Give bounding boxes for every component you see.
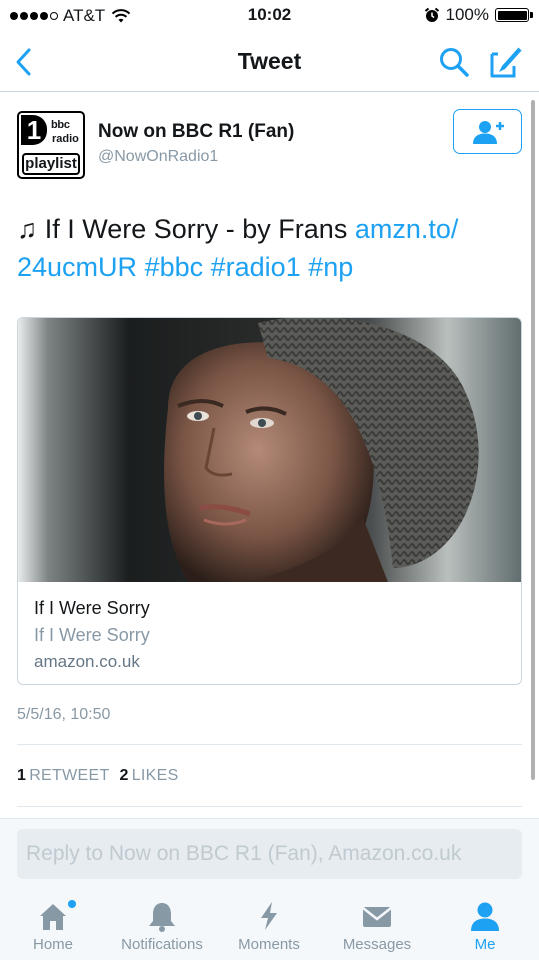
tab-messages-label: Messages [342,936,412,953]
tweet-link-part2: 24ucmUR [17,252,138,282]
card-description: If I Were Sorry [34,625,150,645]
tab-notifications-label: Notifications [121,936,203,953]
home-icon [40,904,66,930]
tab-notifications[interactable]: Notifications [110,890,214,960]
card-domain: amazon.co.uk [34,652,140,671]
avatar-logo-playlist: playlist [22,153,80,175]
tweet-timestamp: 5/5/16, 10:50 [17,706,111,723]
likes-count: 2 [119,767,129,784]
tab-me-label: Me [474,936,496,953]
compose-icon[interactable] [488,44,524,80]
tab-home-label: Home [32,936,73,953]
divider [17,806,522,807]
navigation-bar: Tweet [0,32,539,92]
user-display-name[interactable]: Now on BBC R1 (Fan) [98,121,294,143]
envelope-icon [362,907,392,927]
likes-label: LIKES [131,767,179,784]
tweet-text-body: ♫ If I Were Sorry - by Frans [17,214,355,244]
tab-home[interactable]: Home [22,890,84,960]
avatar-logo-radio: radio [52,133,79,145]
retweets-count: 1 [17,767,27,784]
reply-bar: Reply to Now on BBC R1 (Fan), Amazon.co.… [0,818,539,890]
avatar-logo-bbc: bbc [51,119,70,131]
user-handle[interactable]: @NowOnRadio1 [98,148,218,166]
card-title: If I Were Sorry [34,598,150,618]
retweets-stat[interactable]: 1 RETWEET [17,767,110,785]
avatar[interactable]: 1 bbc radio playlist [17,111,85,179]
status-right: 100% [424,5,533,25]
hashtag-np[interactable]: #np [308,252,353,282]
likes-stat[interactable]: 2 LIKES [120,767,179,785]
follow-button[interactable] [453,109,522,154]
bell-icon [149,903,175,932]
add-user-icon [472,120,504,144]
tweet-stats: 1 RETWEET 2 LIKES [17,767,179,785]
avatar-logo-number: 1 [21,115,47,145]
link-preview-card[interactable]: If I Were Sorry If I Were Sorry amazon.c… [17,317,522,685]
battery-icon [495,8,533,22]
alarm-icon [424,7,439,22]
battery-percent: 100% [445,5,489,24]
search-icon[interactable] [438,46,470,78]
reply-input[interactable]: Reply to Now on BBC R1 (Fan), Amazon.co.… [17,829,522,879]
status-bar: AT&T 10:02 100% [0,0,539,32]
tab-moments-label: Moments [238,936,300,953]
card-image [18,318,521,582]
lightning-icon [261,902,277,930]
tab-messages[interactable]: Messages [334,890,420,960]
person-icon [471,902,499,931]
retweets-label: RETWEET [29,767,110,784]
divider [17,744,522,745]
tab-bar: Home Notifications Moments Messages Me [0,890,539,960]
hashtag-bbc[interactable]: #bbc [145,252,204,282]
scroll-indicator [531,100,535,780]
tweet-text: ♫ If I Were Sorry - by Frans amzn.to/24u… [17,210,522,286]
tab-me[interactable]: Me [462,890,508,960]
tweet-link-part1: amzn.to/ [354,214,459,244]
home-notification-dot [68,900,76,908]
hashtag-radio1[interactable]: #radio1 [211,252,301,282]
tab-moments[interactable]: Moments [230,890,308,960]
